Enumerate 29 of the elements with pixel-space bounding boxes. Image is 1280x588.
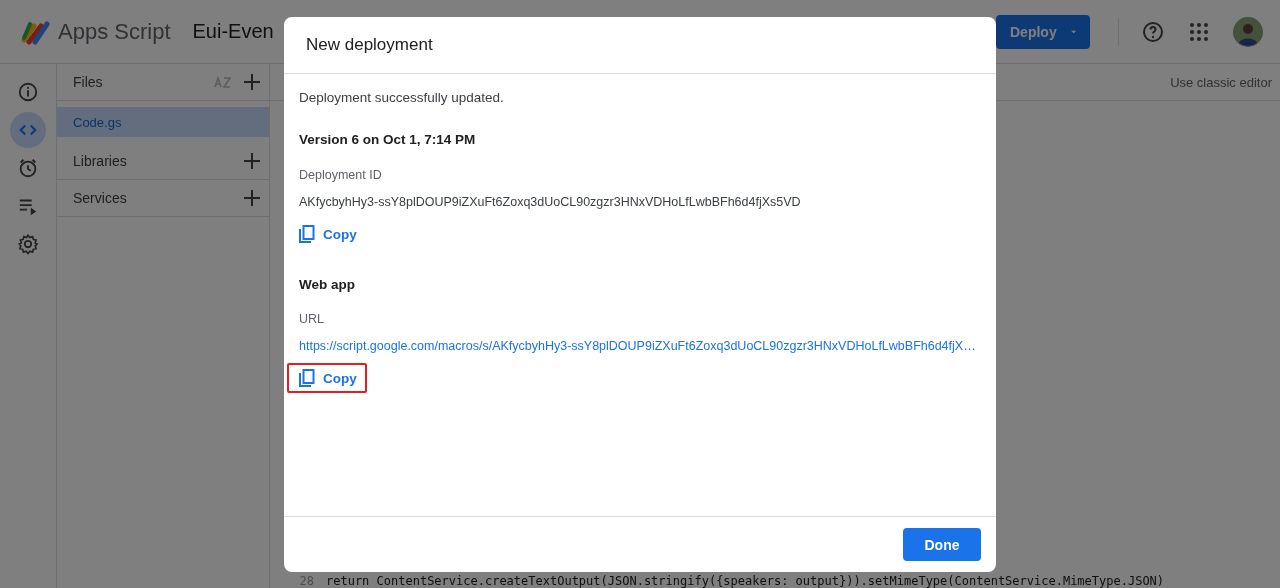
project-title[interactable]: Eui-Even — [192, 20, 274, 43]
done-button[interactable]: Done — [903, 528, 981, 561]
help-icon[interactable] — [1141, 19, 1165, 44]
field-label: URL — [299, 312, 325, 326]
deploy-button[interactable]: Deploy — [996, 14, 1090, 49]
field-label: Deployment ID — [299, 168, 383, 182]
section-title: Libraries — [73, 153, 128, 169]
app-name: Apps Script — [58, 18, 171, 45]
section-title: Files — [73, 74, 104, 90]
copy-button[interactable]: Copy — [287, 363, 367, 393]
url-link[interactable]: https://script.google.com/macros/s/AKfycbyhHy3-ssY8plDOUP9iZXuFt6Zoxq3dUoCL90zgzr3HNxVDHoLfLwbBFh6d4fjX… — [299, 339, 981, 353]
classic-editor-link[interactable]: Use classic editor — [1170, 74, 1272, 90]
deployment-id: AKfycbyhHy3-ssY8plDOUP9iZXuFt6Zoxq3dUoCL90zgzr3HNxVDHoLfLwbBFh6d4fjXs5VD — [299, 195, 802, 209]
code-icon[interactable] — [10, 112, 46, 148]
version-heading: Version 6 on Oct 1, 7:14 PM — [299, 132, 477, 147]
code-line: return ContentService.createTextOutput(JSON.stringify({speakers: output})).setMimeType(ContentService.MimeType.JSON) — [326, 574, 1165, 588]
copy-icon — [299, 225, 315, 243]
dialog-title: New deployment — [306, 35, 433, 55]
section-title: Services — [73, 190, 128, 206]
avatar-icon[interactable] — [1233, 16, 1263, 47]
copy-button[interactable]: Copy — [287, 219, 367, 249]
add-icon[interactable] — [243, 152, 261, 170]
status-message: Deployment successfully updated. — [299, 90, 505, 105]
add-icon[interactable] — [243, 189, 261, 207]
add-icon[interactable] — [243, 73, 261, 91]
caret-icon — [1070, 28, 1076, 35]
file-item[interactable]: Code.gs — [57, 107, 269, 137]
copy-icon — [299, 369, 315, 387]
section-heading: Web app — [299, 277, 356, 292]
